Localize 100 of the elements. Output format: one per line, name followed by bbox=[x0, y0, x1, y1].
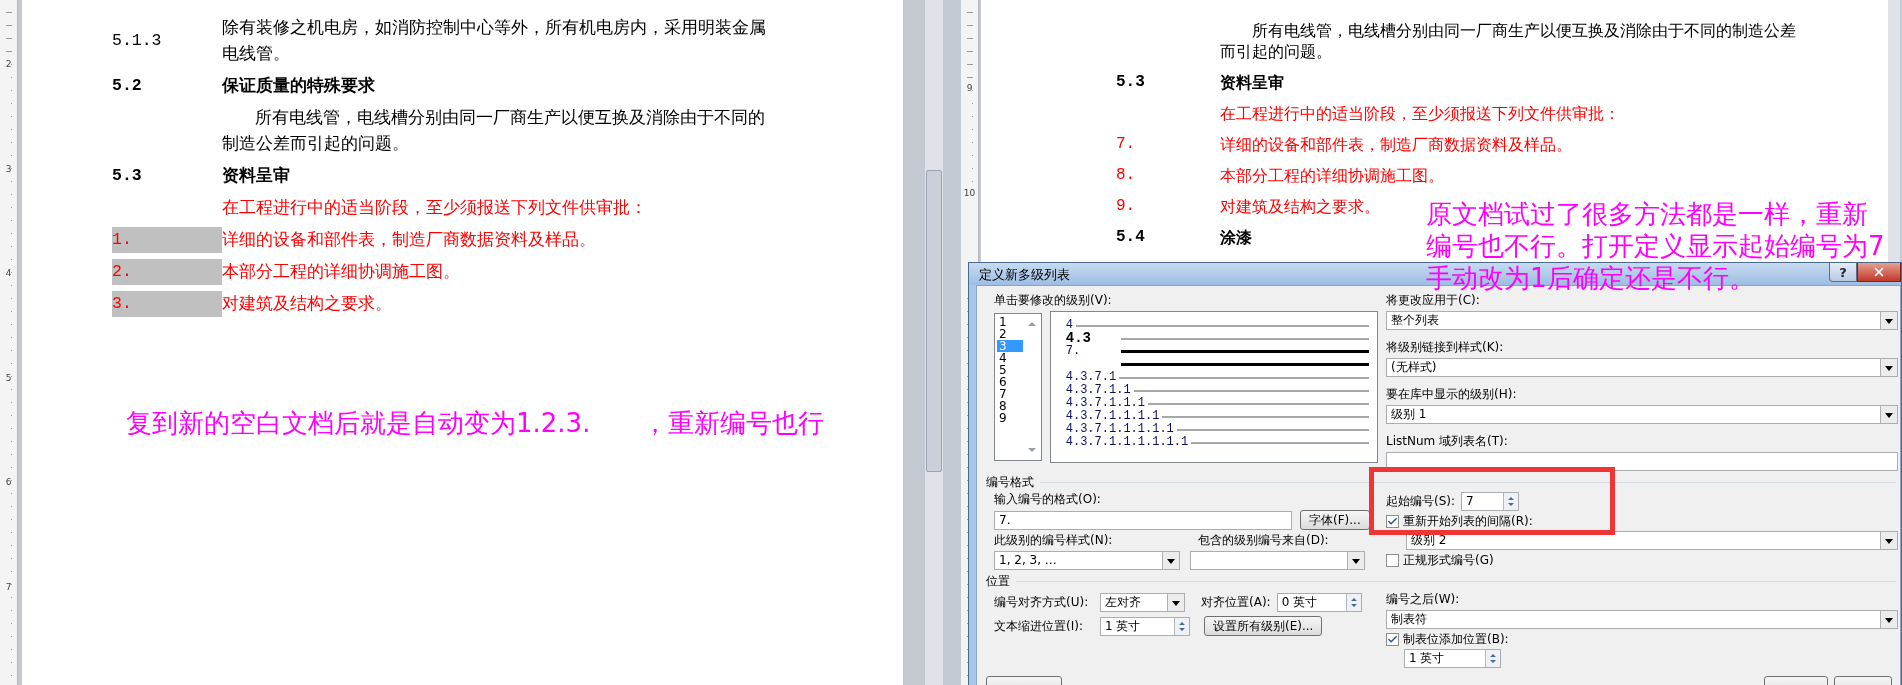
caret-icon[interactable] bbox=[1880, 406, 1897, 423]
spin-arrows-icon[interactable] bbox=[1485, 650, 1500, 667]
level-item[interactable]: 5 bbox=[997, 364, 1023, 376]
checkbox[interactable] bbox=[1386, 554, 1399, 567]
close-button[interactable] bbox=[1857, 263, 1901, 282]
clause-number: 5.1.3 bbox=[112, 30, 163, 52]
list-number: 2. bbox=[112, 259, 222, 285]
list-item-text: 本部分工程的详细协调施工图。 bbox=[1220, 165, 1444, 186]
section-number: 5.2 bbox=[112, 75, 143, 97]
preview-number: 4.3.7.1.1.1 bbox=[1065, 396, 1145, 410]
list-number: 3. bbox=[112, 291, 222, 317]
field-label: 单击要修改的级别(V): bbox=[994, 293, 1113, 308]
caret-icon[interactable] bbox=[1162, 552, 1179, 569]
annotation-text: 手动改为1后确定还是不行。 bbox=[1426, 262, 1755, 294]
section-title: 资料呈审 bbox=[222, 165, 290, 187]
field-label: 要在库中显示的级别(H): bbox=[1386, 387, 1518, 402]
scrollbar-thumb[interactable] bbox=[926, 170, 942, 472]
list-item-text: 对建筑及结构之要求。 bbox=[1220, 196, 1380, 217]
list-item-text: 详细的设备和部件表，制造厂商数据资料及样品。 bbox=[222, 229, 596, 251]
field-label: 包含的级别编号来自(D): bbox=[1198, 533, 1329, 548]
field-label: 起始编号(S): bbox=[1386, 494, 1456, 509]
check-icon bbox=[1387, 634, 1398, 645]
section-label: 位置 bbox=[986, 574, 1010, 589]
annotation-text: 复到新的空白文档后就是自动变为1.2.3. ，重新编号也行 bbox=[126, 407, 825, 439]
dropdown[interactable]: (无样式) bbox=[1386, 358, 1898, 377]
field-label: ListNum 域列表名(T): bbox=[1386, 434, 1509, 449]
caret-icon[interactable] bbox=[1880, 532, 1897, 549]
level-list[interactable]: 1 2 3 4 5 6 7 8 9 bbox=[994, 313, 1042, 461]
preview-number: 7. bbox=[1065, 344, 1081, 359]
spin-field[interactable]: 7 bbox=[1461, 492, 1520, 511]
checkbox-label: 正规形式编号(G) bbox=[1403, 553, 1494, 568]
spin-field[interactable]: 1 英寸 bbox=[1404, 649, 1501, 668]
dropdown[interactable]: 1, 2, 3, … bbox=[994, 551, 1180, 570]
text-field[interactable]: 7. bbox=[994, 510, 1292, 530]
list-item-text: 本部分工程的详细协调施工图。 bbox=[222, 261, 460, 283]
caret-icon[interactable] bbox=[1880, 312, 1897, 329]
checkbox[interactable] bbox=[1386, 515, 1399, 528]
section-title: 涂漆 bbox=[1220, 227, 1252, 248]
body-text: 在工程进行中的适当阶段，至少须报送下列文件供审批： bbox=[1220, 103, 1620, 124]
annotation-text: 原文档试过了很多方法都是一样，重新 bbox=[1426, 198, 1868, 230]
list-item-text: 详细的设备和部件表，制造厂商数据资料及样品。 bbox=[1220, 134, 1572, 155]
section-number: 5.3 bbox=[112, 165, 143, 187]
list-number: 9. bbox=[1116, 196, 1137, 217]
checkbox-label: 重新开始列表的间隔(R): bbox=[1403, 514, 1533, 529]
caret-icon[interactable] bbox=[1880, 359, 1897, 376]
preview-number: 4.3.7.1.1.1.1.1.1 bbox=[1065, 435, 1189, 450]
level-item[interactable]: 2 bbox=[997, 328, 1023, 340]
list-number: 8. bbox=[1116, 165, 1137, 186]
section-label: 编号格式 bbox=[986, 475, 1034, 490]
spin-arrows-icon[interactable] bbox=[1174, 617, 1189, 635]
checkbox[interactable] bbox=[1386, 633, 1399, 646]
set-all-levels-button[interactable]: 设置所有级别(E)... bbox=[1204, 616, 1323, 636]
section-title: 保证质量的特殊要求 bbox=[222, 75, 375, 97]
level-item[interactable]: 8 bbox=[997, 400, 1023, 412]
preview-number: 4 bbox=[1065, 318, 1073, 332]
spin-field[interactable]: 0 英寸 bbox=[1276, 593, 1362, 612]
field-label: 此级别的编号样式(N): bbox=[994, 533, 1114, 548]
field-label: 将更改应用于(C): bbox=[1386, 293, 1481, 308]
body-paragraph: 所有电线管，电线槽分别由同一厂商生产以便互换及消除由于不同的制造公差而引起的问题。 bbox=[1220, 20, 1797, 62]
dropdown[interactable]: 制表符 bbox=[1386, 610, 1898, 629]
checkbox-label: 制表位添加位置(B): bbox=[1403, 632, 1509, 647]
preview-number: 4.3 bbox=[1065, 331, 1091, 346]
preview-number: 4.3.7.1 bbox=[1065, 370, 1117, 384]
level-item[interactable]: 7 bbox=[997, 388, 1023, 400]
list-number: 7. bbox=[1116, 134, 1137, 155]
field-label: 对齐位置(A): bbox=[1201, 595, 1271, 610]
level-item[interactable]: 6 bbox=[997, 376, 1023, 388]
text-field[interactable] bbox=[1386, 452, 1898, 471]
field-label: 编号对齐方式(U): bbox=[994, 595, 1090, 610]
help-button[interactable]: ? bbox=[1829, 263, 1857, 282]
section-number: 5.4 bbox=[1116, 227, 1146, 248]
spin-arrows-icon[interactable] bbox=[1503, 493, 1519, 510]
font-button[interactable]: 字体(F)... bbox=[1300, 510, 1370, 530]
clause-text: 除有装修之机电房，如消防控制中心等外，所有机电房内，采用明装金属电线管。 bbox=[222, 17, 767, 65]
level-item[interactable]: 1 bbox=[997, 316, 1023, 328]
caret-icon[interactable] bbox=[1880, 611, 1897, 628]
body-text: 在工程进行中的适当阶段，至少须报送下列文件供审批： bbox=[222, 197, 647, 219]
check-icon bbox=[1387, 516, 1398, 527]
field-label: 输入编号的格式(O): bbox=[994, 492, 1102, 507]
spin-arrows-icon[interactable] bbox=[1345, 594, 1361, 611]
caret-icon[interactable] bbox=[1347, 552, 1364, 569]
caret-icon[interactable] bbox=[1167, 594, 1184, 611]
body-paragraph: 所有电线管，电线槽分别由同一厂商生产以便互换及消除由于不同的制造公差而引起的问题。 bbox=[222, 107, 766, 155]
section-title: 资料呈审 bbox=[1220, 72, 1284, 93]
level-item[interactable]: 4 bbox=[997, 352, 1023, 364]
dropdown[interactable]: 级别 1 bbox=[1386, 405, 1898, 424]
dropdown[interactable]: 级别 2 bbox=[1406, 531, 1898, 550]
field-label: 编号之后(W): bbox=[1386, 592, 1461, 607]
level-item[interactable]: 9 bbox=[997, 412, 1023, 424]
spin-field[interactable]: 1 英寸 bbox=[1100, 616, 1190, 636]
field-label: 文本缩进位置(I): bbox=[994, 618, 1084, 634]
dropdown[interactable]: 左对齐 bbox=[1100, 593, 1185, 612]
section-number: 5.3 bbox=[1116, 72, 1146, 93]
annotation-text: 编号也不行。打开定义显示起始编号为7 bbox=[1426, 230, 1885, 262]
list-item-text: 对建筑及结构之要求。 bbox=[222, 293, 392, 315]
preview-number: 4.3.7.1.1.1.1 bbox=[1065, 409, 1160, 423]
dropdown[interactable]: 整个列表 bbox=[1386, 311, 1898, 330]
preview-number: 4.3.7.1.1 bbox=[1065, 383, 1131, 397]
dialog-title: 定义新多级列表 bbox=[979, 266, 1070, 282]
scrollbar[interactable] bbox=[925, 0, 943, 685]
